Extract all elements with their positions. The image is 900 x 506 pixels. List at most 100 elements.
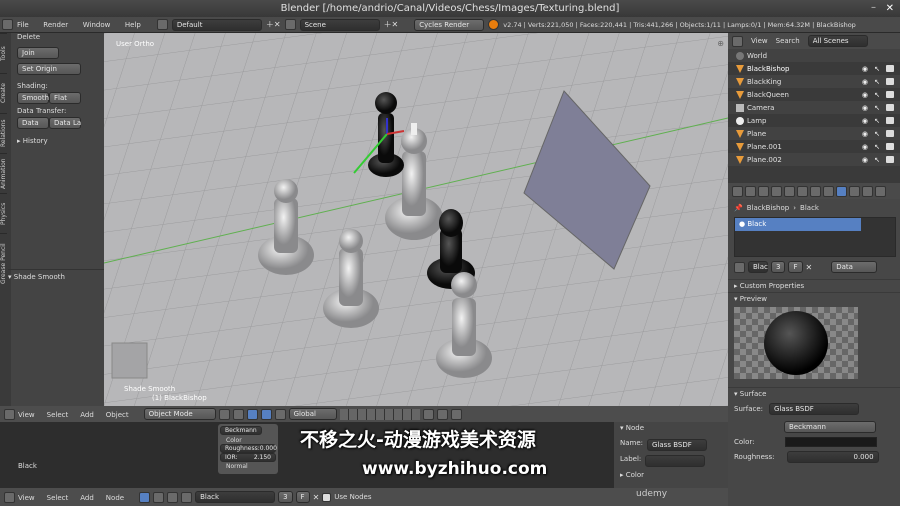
glass-bsdf-node[interactable]: Beckmann Color Roughness: 0.000 IOR: 2.150… — [218, 424, 278, 474]
tab-animation[interactable]: Animation — [0, 153, 7, 193]
visibility-eye-icon[interactable]: ◉ — [862, 117, 868, 125]
render-camera-icon[interactable] — [886, 130, 894, 137]
orientation-select[interactable]: Global — [288, 408, 337, 420]
tab-physics[interactable]: Physics — [0, 193, 7, 233]
color-swatch[interactable] — [784, 437, 877, 447]
layer-buttons[interactable] — [339, 408, 420, 420]
smooth-button[interactable]: Smooth — [17, 92, 49, 104]
node-menu-add[interactable]: Add — [80, 494, 94, 502]
tab-create[interactable]: Create — [0, 73, 7, 113]
node-ior[interactable]: IOR: 2.150 — [220, 453, 276, 462]
select-arrow-icon[interactable]: ↖ — [874, 91, 880, 99]
modifiers-tab-icon[interactable] — [810, 185, 821, 197]
node-menu-view[interactable]: View — [18, 494, 35, 502]
render-camera-icon[interactable] — [886, 78, 894, 85]
menu-help[interactable]: Help — [125, 21, 141, 29]
node-name-field[interactable]: Glass BSDF — [647, 439, 708, 451]
render-tab-icon[interactable] — [732, 185, 743, 197]
distribution-select[interactable]: Beckmann — [784, 421, 876, 433]
material-slot-black[interactable]: ● Black — [735, 218, 861, 231]
texture-tree-icon[interactable] — [153, 491, 165, 503]
node-color-panel[interactable]: ▸ Color — [620, 471, 728, 479]
world-tab-icon[interactable] — [771, 185, 782, 197]
shader-tree-icon[interactable] — [139, 491, 151, 503]
visibility-eye-icon[interactable]: ◉ — [862, 130, 868, 138]
visibility-eye-icon[interactable]: ◉ — [862, 143, 868, 151]
render-camera-icon[interactable] — [886, 143, 894, 150]
outliner-row-world[interactable]: World — [728, 49, 900, 62]
select-arrow-icon[interactable]: ↖ — [874, 143, 880, 151]
particles-tab-icon[interactable] — [862, 185, 873, 197]
scene-field[interactable]: Scene — [299, 18, 380, 31]
screen-layout-field[interactable]: Default — [171, 18, 262, 31]
select-arrow-icon[interactable]: ↖ — [874, 117, 880, 125]
tab-tools[interactable]: Tools — [0, 33, 7, 73]
node-distribution[interactable]: Beckmann — [220, 426, 262, 435]
add-layout-icon[interactable]: ＋✕ — [266, 19, 281, 30]
custom-properties-panel[interactable]: ▸ Custom Properties — [728, 279, 900, 292]
material-name-field[interactable]: Black — [195, 491, 276, 503]
tab-grease-pencil[interactable]: Grease Pencil — [0, 233, 7, 293]
outliner-row-lamp[interactable]: Lamp ◉ ↖ — [728, 114, 900, 127]
data-layout-button[interactable]: Data La — [49, 117, 81, 129]
material-link-select[interactable]: Data — [831, 261, 878, 273]
material-slots-list[interactable]: ● Black — [734, 217, 896, 257]
fake-user-button[interactable]: F — [295, 491, 310, 503]
outliner-editor-icon[interactable] — [732, 35, 743, 47]
menu-file[interactable]: File — [17, 21, 29, 29]
visibility-eye-icon[interactable]: ◉ — [862, 104, 868, 112]
material-browse-icon[interactable] — [734, 261, 745, 273]
render-camera-icon[interactable] — [886, 104, 894, 111]
unlink-icon[interactable]: ✕ — [313, 493, 320, 502]
manipulator-translate-icon[interactable] — [246, 408, 258, 420]
outliner-menu-search[interactable]: Search — [776, 37, 800, 45]
minimize-icon[interactable]: – — [871, 0, 876, 16]
roughness-field[interactable]: 0.000 — [786, 451, 879, 463]
close-icon[interactable]: ✕ — [886, 0, 894, 17]
data-button[interactable]: Data — [17, 117, 49, 129]
snap-icon[interactable] — [436, 408, 448, 420]
shading-mode-icon[interactable] — [218, 408, 230, 420]
shade-smooth-panel[interactable]: ▾ Shade Smooth — [8, 269, 106, 281]
mode-select[interactable]: Object Mode — [143, 408, 216, 420]
add-scene-icon[interactable]: ＋✕ — [384, 19, 399, 30]
render-engine-select[interactable]: Cycles Render — [414, 18, 485, 31]
material-unlink-icon[interactable]: ✕ — [806, 263, 813, 272]
select-arrow-icon[interactable]: ↖ — [874, 104, 880, 112]
pivot-icon[interactable] — [232, 408, 244, 420]
delete-label[interactable]: Delete — [17, 33, 99, 41]
select-arrow-icon[interactable]: ↖ — [874, 156, 880, 164]
material-users[interactable]: 3 — [278, 491, 293, 503]
menu-add[interactable]: Add — [80, 411, 94, 419]
select-arrow-icon[interactable]: ↖ — [874, 78, 880, 86]
manipulator-scale-icon[interactable] — [274, 408, 286, 420]
data-tab-icon[interactable] — [823, 185, 834, 197]
physics-tab-icon[interactable] — [875, 185, 886, 197]
outliner-row-blackbishop[interactable]: BlackBishop ◉ ↖ — [728, 62, 900, 75]
use-nodes-checkbox[interactable] — [322, 492, 332, 502]
outliner-row-plane-001[interactable]: Plane.001 ◉ ↖ — [728, 140, 900, 153]
outliner-row-blackqueen[interactable]: BlackQueen ◉ ↖ — [728, 88, 900, 101]
render-camera-icon[interactable] — [886, 156, 894, 163]
menu-render[interactable]: Render — [43, 21, 68, 29]
manipulator-rotate-icon[interactable] — [260, 408, 272, 420]
outliner-row-blackking[interactable]: BlackKing ◉ ↖ — [728, 75, 900, 88]
node-roughness[interactable]: Roughness: 0.000 — [220, 444, 277, 453]
menu-view[interactable]: View — [18, 411, 35, 419]
lock-icon[interactable] — [422, 408, 434, 420]
layers-tab-icon[interactable] — [745, 185, 756, 197]
viewport-corner-plus-icon[interactable]: ⊕ — [717, 39, 724, 48]
screen-layout-icon[interactable] — [156, 19, 168, 30]
render-camera-icon[interactable] — [886, 91, 894, 98]
preview-panel[interactable]: ▾ Preview — [728, 292, 900, 305]
visibility-eye-icon[interactable]: ◉ — [862, 91, 868, 99]
select-arrow-icon[interactable]: ↖ — [874, 65, 880, 73]
visibility-eye-icon[interactable]: ◉ — [862, 156, 868, 164]
object-icon[interactable] — [167, 491, 179, 503]
render-camera-icon[interactable] — [886, 117, 894, 124]
outliner-menu-view[interactable]: View — [751, 37, 768, 45]
outliner-row-camera[interactable]: Camera ◉ ↖ — [728, 101, 900, 114]
info-editor-icon[interactable] — [2, 19, 13, 30]
menu-object[interactable]: Object — [106, 411, 129, 419]
tab-relations[interactable]: Relations — [0, 113, 7, 153]
